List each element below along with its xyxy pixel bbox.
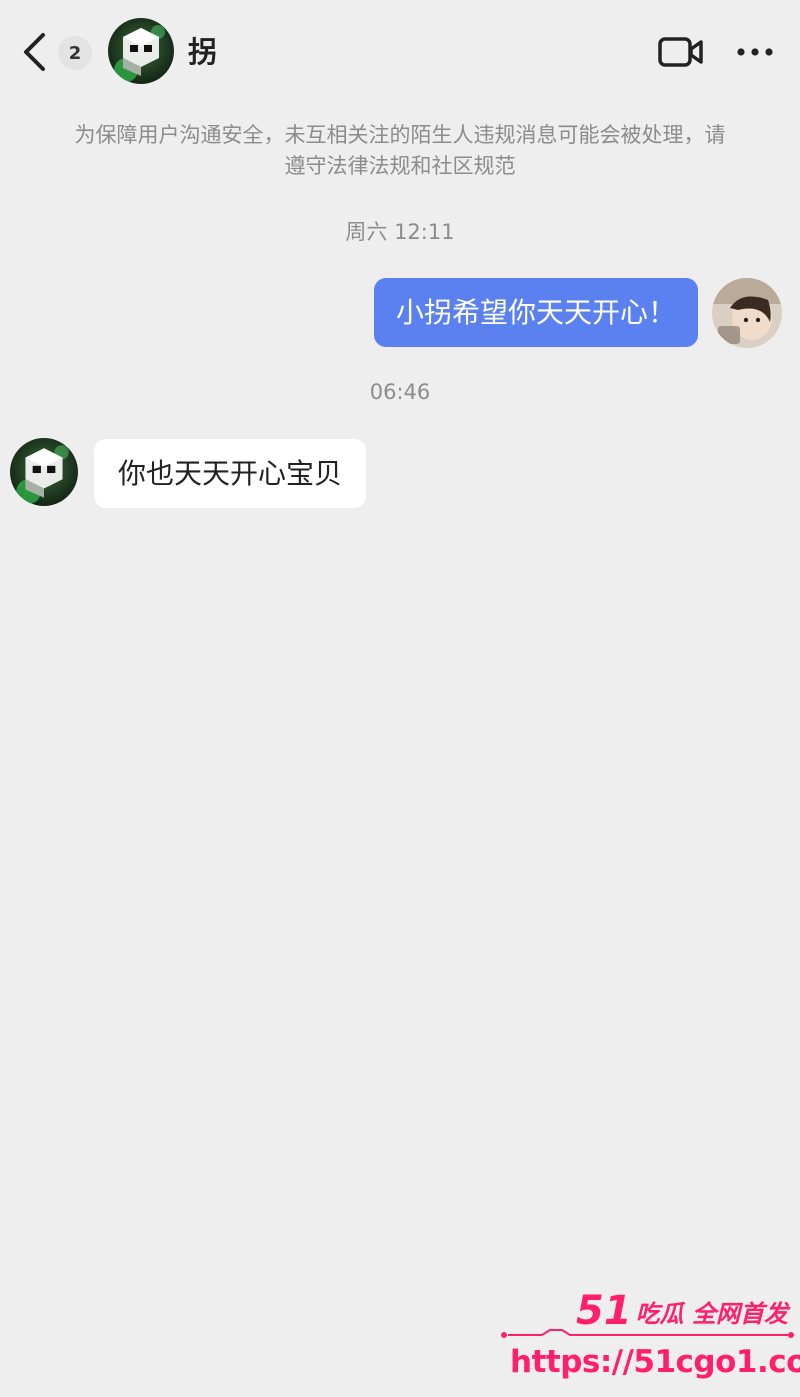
unread-count-badge: 2 bbox=[58, 36, 92, 70]
contact-message-avatar[interactable] bbox=[10, 438, 78, 506]
robot-avatar-icon bbox=[10, 438, 78, 506]
back-button[interactable] bbox=[14, 30, 54, 74]
video-camera-icon bbox=[658, 37, 703, 67]
watermark: 51 吃瓜 全网首发 https://51cgo1.com bbox=[498, 1284, 800, 1392]
chevron-left-icon bbox=[24, 33, 45, 71]
contact-avatar[interactable] bbox=[108, 18, 174, 84]
more-horizontal-icon bbox=[737, 48, 773, 56]
watermark-divider bbox=[501, 1329, 794, 1338]
chat-screen: 2 拐 为保障用户沟通安全，未互相关注的陌生人违规消息可能会被处理，请遵守法律法… bbox=[0, 0, 800, 1397]
chat-header: 2 拐 bbox=[0, 0, 800, 100]
message-timestamp: 06:46 bbox=[369, 380, 431, 404]
message-timestamp: 周六 12:11 bbox=[345, 220, 455, 244]
outgoing-message-bubble[interactable]: 小拐希望你天天开心！ bbox=[373, 278, 698, 347]
security-notice: 为保障用户沟通安全，未互相关注的陌生人违规消息可能会被处理，请遵守法律法规和社区… bbox=[74, 123, 726, 178]
incoming-message-bubble[interactable]: 你也天天开心宝贝 bbox=[94, 439, 367, 508]
contact-name[interactable]: 拐 bbox=[188, 34, 217, 70]
user-photo-avatar-icon bbox=[712, 278, 782, 348]
video-call-button[interactable] bbox=[656, 32, 706, 72]
my-avatar[interactable] bbox=[712, 278, 782, 348]
watermark-url: https://51cgo1.com bbox=[510, 1344, 800, 1380]
more-options-button[interactable] bbox=[732, 32, 778, 72]
robot-avatar-icon bbox=[108, 18, 174, 84]
